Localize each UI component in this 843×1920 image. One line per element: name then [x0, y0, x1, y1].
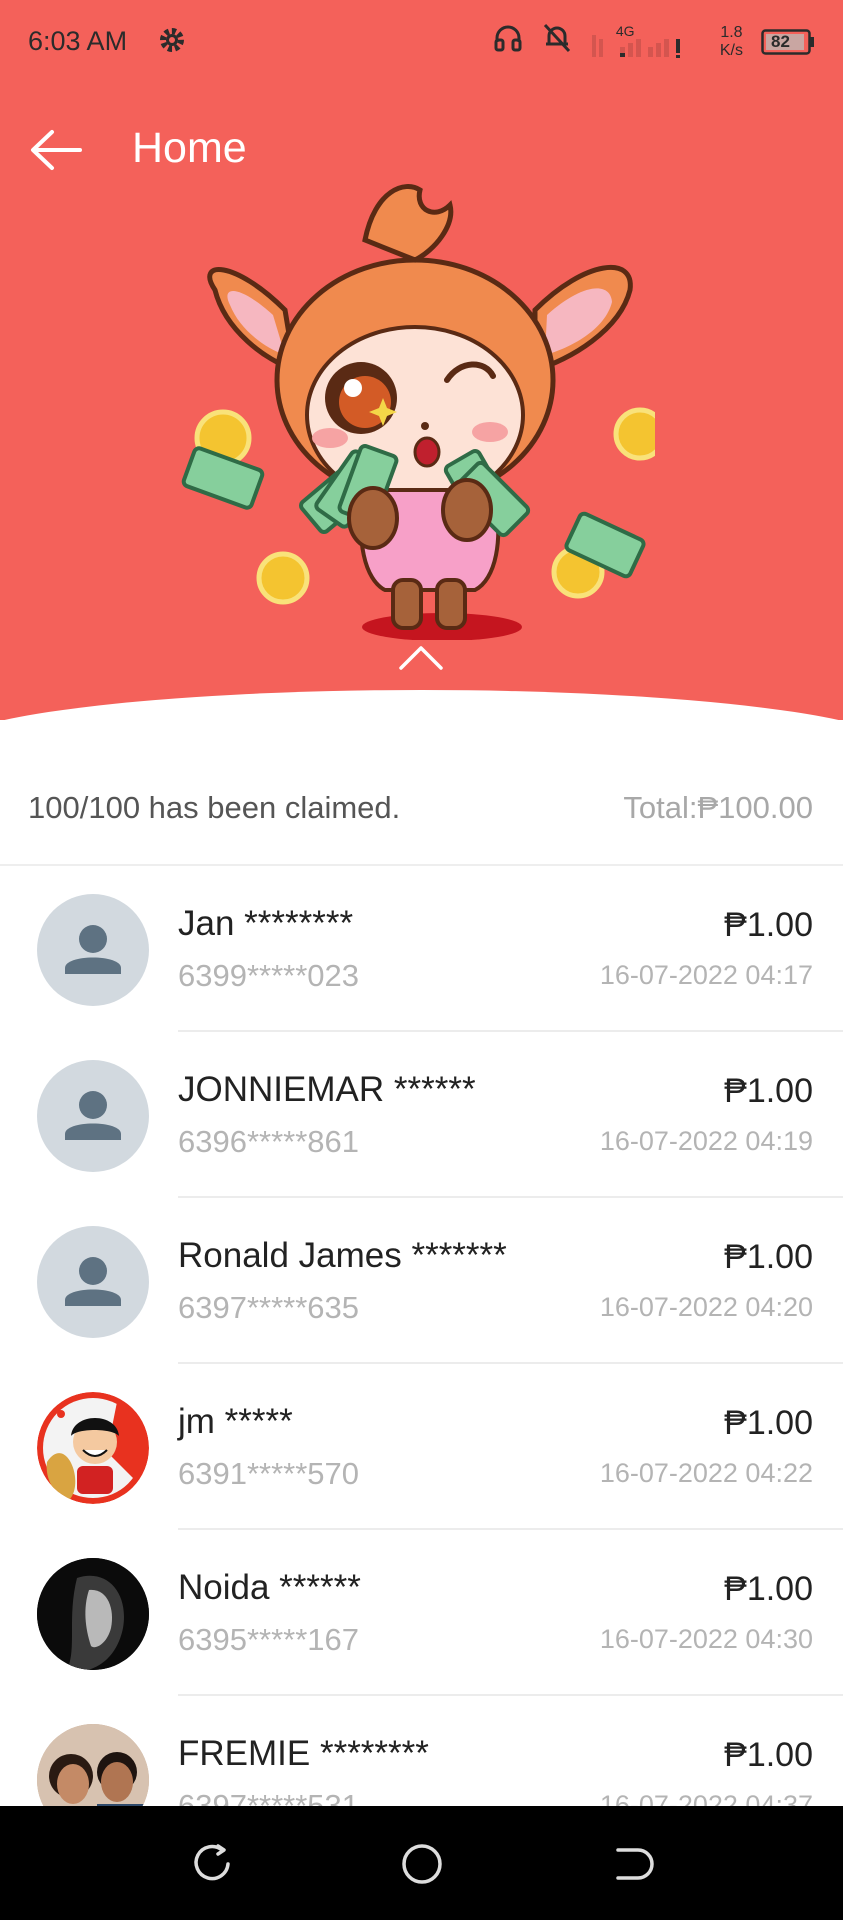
claimer-name: jm *****	[178, 1402, 293, 1441]
home-button[interactable]	[398, 1840, 446, 1888]
home-circle-icon	[402, 1844, 442, 1884]
avatar	[37, 1060, 149, 1172]
signal-icon: 4G	[590, 23, 702, 59]
claimer-phone: 6399*****023	[178, 958, 360, 993]
avatar	[37, 1558, 149, 1670]
claimed-count: 100/100 has been claimed.	[28, 790, 401, 825]
person-icon	[65, 925, 121, 974]
speed-indicator: 1.8 K/s	[720, 24, 743, 60]
claim-time: 16-07-2022 04:19	[599, 1126, 813, 1156]
battery-level: 82	[771, 31, 790, 51]
avatar	[37, 1226, 149, 1338]
claimer-phone: 6395*****167	[178, 1622, 360, 1657]
person-icon	[65, 1257, 121, 1306]
avatar	[37, 1392, 149, 1504]
list-item[interactable]: jm ***** 6391*****570 ₱1.00 16-07-2022 0…	[0, 1364, 843, 1530]
mascot-illustration	[181, 184, 655, 640]
claim-amount: ₱1.00	[724, 1570, 813, 1608]
collapse-button[interactable]	[398, 643, 444, 671]
speed-unit: K/s	[719, 41, 743, 59]
avatar	[37, 894, 149, 1006]
recent-apps-button[interactable]	[188, 1840, 236, 1888]
claim-amount: ₱1.00	[724, 906, 813, 944]
back-button[interactable]	[28, 128, 84, 172]
claim-amount: ₱1.00	[724, 1404, 813, 1442]
claim-amount: ₱1.00	[724, 1736, 813, 1774]
claimer-name: Noida ******	[178, 1568, 361, 1607]
claim-time: 16-07-2022 04:22	[599, 1458, 813, 1488]
claimer-phone: 6396*****861	[178, 1124, 360, 1159]
claimer-name: FREMIE ********	[178, 1734, 429, 1773]
photo-avatar-icon	[37, 1558, 149, 1670]
recent-apps-icon	[194, 1844, 230, 1881]
claim-time: 16-07-2022 04:20	[599, 1292, 813, 1322]
list-item[interactable]: Noida ****** 6395*****167 ₱1.00 16-07-20…	[0, 1530, 843, 1696]
bell-muted-icon	[542, 22, 572, 61]
total-amount: Total:₱100.00	[623, 790, 813, 825]
status-time: 6:03 AM	[28, 26, 128, 56]
battery-icon: 82	[761, 28, 815, 55]
claim-amount: ₱1.00	[724, 1072, 813, 1110]
list-item[interactable]: Ronald James ******* 6397*****635 ₱1.00 …	[0, 1198, 843, 1364]
claimer-name: Jan ********	[178, 904, 354, 943]
claimer-phone: 6391*****570	[178, 1456, 360, 1491]
arrow-left-icon	[31, 130, 82, 170]
speed-value: 1.8	[720, 23, 743, 41]
back-nav-icon	[616, 1848, 654, 1880]
claims-list: Jan ******** 6399*****023 ₱1.00 16-07-20…	[0, 866, 843, 1862]
cartoon-avatar-icon	[37, 1392, 149, 1504]
list-item[interactable]: JONNIEMAR ****** 6396*****861 ₱1.00 16-0…	[0, 1032, 843, 1198]
person-icon	[65, 1091, 121, 1140]
claimer-name: JONNIEMAR ******	[178, 1070, 476, 1109]
headphones-icon	[492, 22, 524, 61]
claim-summary: 100/100 has been claimed. Total:₱100.00	[0, 760, 843, 866]
list-item[interactable]: Jan ******** 6399*****023 ₱1.00 16-07-20…	[0, 866, 843, 1032]
status-bar: 6:03 AM 4G 1.8 K/s 82	[0, 0, 843, 86]
back-nav-button[interactable]	[608, 1840, 656, 1888]
claim-amount: ₱1.00	[724, 1238, 813, 1276]
page-title: Home	[132, 124, 247, 172]
claim-time: 16-07-2022 04:17	[599, 960, 813, 990]
hero-banner: 6:03 AM 4G 1.8 K/s 82 Home	[0, 0, 843, 720]
claimer-phone: 6397*****635	[178, 1290, 360, 1325]
system-nav-bar	[0, 1806, 843, 1920]
hero-curve	[0, 690, 843, 720]
gear-icon	[156, 24, 188, 63]
claim-time: 16-07-2022 04:30	[599, 1624, 813, 1654]
claimer-name: Ronald James *******	[178, 1236, 507, 1275]
chevron-up-icon	[399, 646, 443, 670]
